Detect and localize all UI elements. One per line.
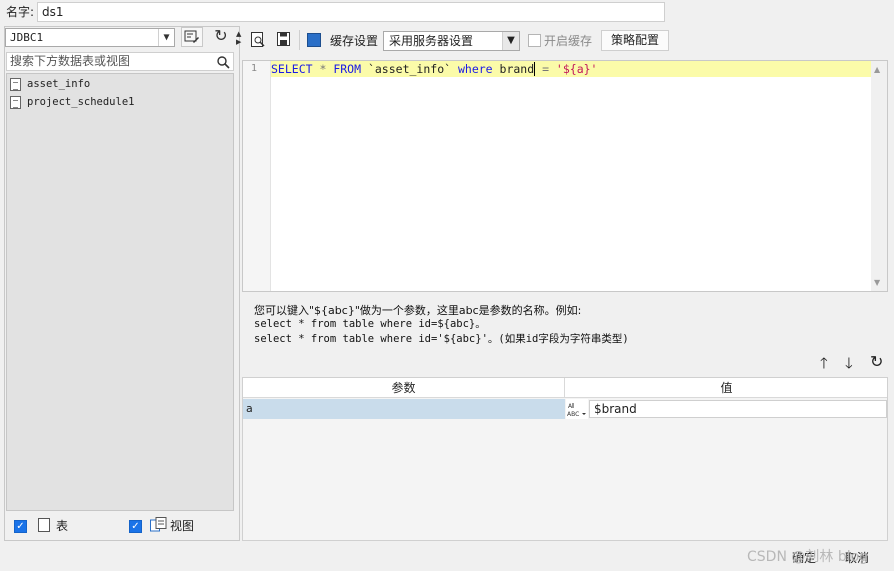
search-placeholder: 搜索下方数据表或视图 (10, 54, 131, 68)
svg-text:A: A (568, 403, 573, 410)
refresh-icon[interactable]: ↻ (210, 27, 232, 47)
hint-line-2: select * from table where id=${abc}。 (254, 318, 486, 330)
connection-value: JDBC1 (10, 31, 44, 44)
table-list: asset_info project_schedule1 (6, 73, 234, 511)
move-up-icon[interactable]: 🡑 (820, 355, 828, 371)
vertical-scrollbar[interactable]: ▲ ▼ (871, 61, 887, 291)
move-down-icon[interactable]: 🡓 (845, 355, 853, 371)
svg-text:ABC: ABC (567, 411, 579, 417)
string-type-icon[interactable]: A ABC (566, 399, 588, 419)
name-label: 名字: (6, 5, 35, 19)
chevron-down-icon[interactable]: ▼ (158, 29, 174, 46)
cache-icon (307, 33, 321, 47)
table-icon (38, 518, 50, 532)
table-icon (10, 77, 21, 91)
chevron-down-icon[interactable]: ▼ (502, 32, 519, 50)
table-name: asset_info (27, 78, 91, 90)
sql-token: = (535, 62, 556, 76)
watermark: CSDN @刘林 blog (747, 549, 869, 565)
param-table-header: 参数 值 (243, 378, 887, 398)
cache-mode-value: 采用服务器设置 (389, 34, 474, 48)
table-row[interactable]: a A ABC $brand (243, 399, 887, 419)
scroll-up-icon[interactable]: ▲ (874, 65, 880, 74)
connection-select[interactable]: JDBC1 ▼ (5, 28, 175, 47)
strategy-config-button[interactable]: 策略配置 (601, 30, 669, 51)
search-icon[interactable] (217, 53, 230, 74)
enable-cache-checkbox[interactable] (528, 34, 541, 47)
table-name: project_schedule1 (27, 96, 135, 108)
line-number: 1 (251, 63, 258, 74)
collapse-panel-icon[interactable]: ▲ ▶ (236, 30, 242, 46)
cache-settings-label: 缓存设置 (330, 34, 379, 48)
show-views-checkbox[interactable]: ✓ (129, 520, 142, 533)
column-header-param: 参数 (243, 378, 565, 398)
list-item[interactable]: asset_info (10, 76, 90, 92)
sql-line[interactable]: SELECT * FROM `asset_info` where brand =… (271, 61, 872, 77)
sql-token: where (457, 62, 493, 76)
sql-token: `asset_info` (361, 62, 458, 76)
table-search-input[interactable]: 搜索下方数据表或视图 (6, 52, 234, 71)
list-item[interactable]: project_schedule1 (10, 94, 134, 110)
sql-editor[interactable]: 1 SELECT * FROM `asset_info` where brand… (242, 60, 888, 292)
sql-token: SELECT (271, 62, 313, 76)
view-icon (150, 517, 167, 533)
cache-mode-select[interactable]: 采用服务器设置 ▼ (383, 31, 520, 51)
toolbar-divider (299, 30, 300, 50)
param-name-cell[interactable]: a (243, 399, 565, 419)
refresh-params-icon[interactable]: ↻ (870, 353, 883, 371)
param-table: 参数 值 a A ABC $brand (242, 377, 888, 541)
sql-token: * (312, 62, 334, 76)
show-tables-label: 表 (56, 519, 69, 533)
sql-token: '${a}' (555, 62, 598, 76)
scroll-down-icon[interactable]: ▼ (874, 278, 880, 287)
table-icon (10, 95, 21, 109)
line-gutter: 1 (243, 61, 271, 291)
save-icon[interactable] (275, 32, 293, 50)
sql-token: FROM (333, 62, 362, 76)
preview-icon[interactable] (249, 32, 267, 50)
param-value-input[interactable]: $brand (589, 400, 887, 418)
enable-cache-label: 开启缓存 (544, 34, 593, 48)
hint-line-3: select * from table where id='${abc}'。(如… (254, 333, 629, 345)
sql-token: brand (492, 62, 535, 76)
show-views-label: 视图 (170, 519, 195, 533)
edit-connection-icon[interactable] (181, 27, 203, 47)
name-input[interactable]: ds1 (37, 2, 665, 22)
column-header-value: 值 (720, 381, 733, 395)
hint-line-1: 您可以键入"${abc}"做为一个参数，这里abc是参数的名称。例如: (254, 304, 582, 317)
show-tables-checkbox[interactable]: ✓ (14, 520, 27, 533)
